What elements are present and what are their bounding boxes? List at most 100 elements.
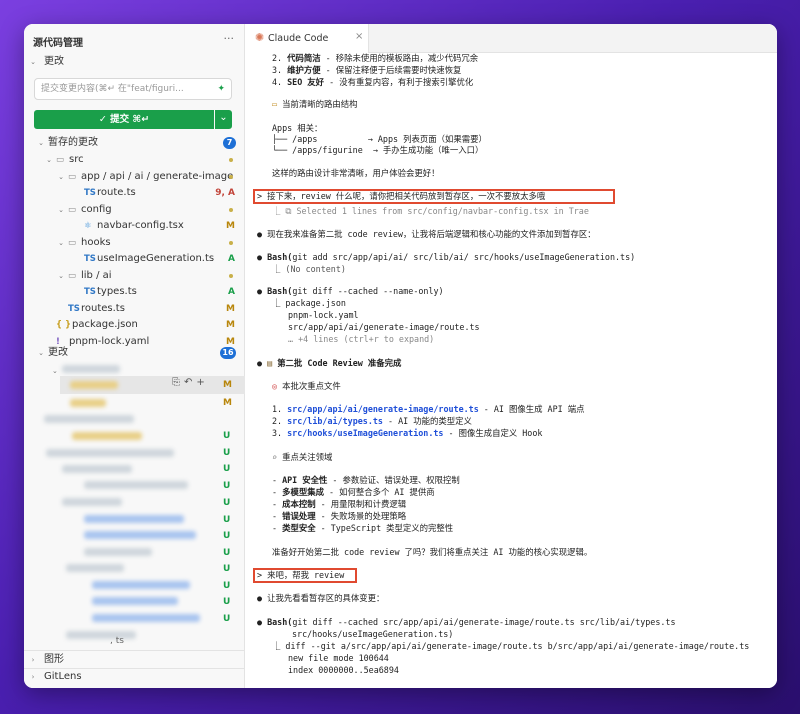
git-status-badge: M <box>223 398 232 408</box>
tree-item-label: types.ts <box>97 286 137 297</box>
tree-item-label: src <box>69 154 84 165</box>
route-summary: 这样的路由设计非常清晰，用户体验会更好！ <box>272 168 440 178</box>
chevron-down-icon: ⌄ <box>58 205 64 214</box>
tree-item-label: hooks <box>81 236 111 248</box>
modified-dot <box>229 273 233 278</box>
modified-dot <box>229 174 233 179</box>
app-window: 源代码管理 ··· ⌄ 更改 提交变更内容(⌘↵ 在"feat/figuri..… <box>24 24 777 688</box>
bash-command-cont: src/hooks/useImageGeneration.ts) <box>292 629 454 639</box>
chevron-down-icon: ⌄ <box>58 238 64 247</box>
git-status-badge: M <box>226 303 235 314</box>
tree-item-label: useImageGeneration.ts <box>97 253 215 264</box>
changes-header[interactable]: ⌄ 更改 16 <box>24 345 244 361</box>
git-status-badge: U <box>223 464 231 474</box>
stage-changes-icon[interactable]: + <box>196 377 208 388</box>
bash-output: pnpm-lock.yaml <box>288 310 359 320</box>
tree-file[interactable]: TS useImageGeneration.ts A <box>24 251 244 267</box>
changes-section-header[interactable]: ⌄ 更改 <box>24 54 244 70</box>
staged-count-badge: 7 <box>223 137 236 149</box>
folder-icon: ▭ <box>272 99 278 109</box>
focus-area: - 成本控制 - 用量限制和计费逻辑 <box>272 499 407 509</box>
git-status-badge: A <box>228 254 235 264</box>
modified-dot <box>229 240 233 245</box>
focus-file: 1. src/app/api/ai/generate-image/route.t… <box>272 404 585 414</box>
git-status-badge: U <box>223 448 231 458</box>
folder-icon: ▭ <box>56 155 65 165</box>
open-file-icon[interactable]: ⎘ <box>172 377 184 388</box>
tree-file[interactable]: ⚛ navbar-config.tsx M <box>24 218 244 234</box>
git-status-badge: 9, A <box>215 188 235 198</box>
git-status-badge: U <box>223 481 231 491</box>
close-icon[interactable]: × <box>355 31 363 42</box>
git-status-badge: U <box>223 597 231 607</box>
commit-button[interactable]: ✓ 提交 ⌘↵ <box>34 110 214 129</box>
bash-output: ⎿ (No content) <box>272 264 346 274</box>
panel-title: 源代码管理 <box>33 38 83 49</box>
ts-file-icon: TS <box>84 287 96 297</box>
selection-note: ⎿ ⧉ Selected 1 lines from src/config/nav… <box>272 206 589 216</box>
git-status-badge: U <box>223 581 231 591</box>
diff-line: new file mode 100644 <box>288 653 389 663</box>
folder-icon: ▭ <box>68 237 77 248</box>
diff-line: ⎿ diff --git a/src/app/api/ai/generate-i… <box>272 641 750 651</box>
route-line: └── /apps/figurine → 手办生成功能（唯一入口） <box>272 145 484 155</box>
tree-item-label: navbar-config.tsx <box>97 220 184 231</box>
focus-area: - 多模型集成 - 如何整合多个 AI 提供商 <box>272 487 435 497</box>
chevron-down-icon: ⌄ <box>46 156 52 164</box>
commit-dropdown-button[interactable]: ⌄ <box>215 110 232 129</box>
tree-folder[interactable]: ⌄ ▭ src <box>24 152 244 168</box>
ts-file-icon: TS <box>68 303 80 314</box>
git-status-badge: U <box>223 431 231 441</box>
chevron-down-icon: ⌄ <box>38 139 44 147</box>
git-status-badge: A <box>228 287 235 297</box>
git-status-badge: U <box>223 515 231 525</box>
tree-folder[interactable]: ⌄ ▭ hooks <box>24 235 244 251</box>
ts-file-icon: TS <box>84 254 96 264</box>
commit-message-input[interactable]: 提交变更内容(⌘↵ 在"feat/figuri... ✦ <box>34 78 232 100</box>
focus-files-heading: ◎ 本批次重点文件 <box>272 381 341 391</box>
more-actions-icon[interactable]: ··· <box>224 32 235 45</box>
target-icon: ◎ <box>272 381 278 391</box>
gitlens-section[interactable]: › GitLens <box>24 669 244 685</box>
expand-hint[interactable]: … +4 lines (ctrl+r to expand) <box>288 334 434 345</box>
tree-folder[interactable]: ⌄ ▭ config <box>24 202 244 218</box>
focus-area: - 错误处理 - 失败场景的处理策略 <box>272 511 407 521</box>
ts-file-icon: TS <box>84 188 96 198</box>
route-line: Apps 相关： <box>272 123 323 133</box>
review-ready-title: ● ▤ 第二批 Code Review 准备完成 <box>257 358 402 368</box>
staged-changes-header[interactable]: ⌄ 暂存的更改 7 <box>24 135 244 151</box>
bash-command: ● Bash(git add src/app/api/ai/ src/lib/a… <box>257 252 636 262</box>
claude-logo-icon: ✺ <box>255 31 265 44</box>
changes-count-badge: 16 <box>220 347 236 359</box>
route-heading: ▭ 当前清晰的路由结构 <box>272 99 358 109</box>
git-status-badge: U <box>223 548 231 558</box>
user-prompt-1: > 接下来，review 什么呢，请你把相关代码放到暂存区，一次不要放太多哦 <box>257 191 546 201</box>
row-actions: ⎘↶+ <box>172 377 209 388</box>
search-icon: ⌕ <box>272 452 278 462</box>
focus-area: - 类型安全 - TypeScript 类型定义的完整性 <box>272 523 454 533</box>
source-control-panel: 源代码管理 ··· ⌄ 更改 提交变更内容(⌘↵ 在"feat/figuri..… <box>24 24 246 688</box>
chevron-down-icon: ⌄ <box>38 349 44 357</box>
tree-file[interactable]: TS types.ts A <box>24 284 244 300</box>
tree-item-label: package.json <box>72 319 138 330</box>
tree-file[interactable]: { } package.json M <box>24 317 244 333</box>
focus-areas-heading: ⌕ 重点关注领域 <box>272 452 333 462</box>
route-line: ├── /apps → Apps 列表页面（如果需要） <box>272 134 487 144</box>
git-status-badge: U <box>223 614 231 624</box>
discard-changes-icon[interactable]: ↶ <box>184 377 196 388</box>
tree-folder[interactable]: ⌄ ▭ app / api / ai / generate-image <box>24 169 244 185</box>
sparkle-icon[interactable]: ✦ <box>217 79 225 99</box>
git-status-badge: U <box>223 564 231 574</box>
graph-section[interactable]: › 图形 <box>24 652 244 668</box>
tree-file[interactable]: TS routes.ts M <box>24 301 244 317</box>
git-status-badge: M <box>226 221 235 231</box>
chevron-down-icon: ⌄ <box>30 58 36 66</box>
assistant-message: ● 让我先看看暂存区的具体变更： <box>257 593 385 603</box>
tree-folder[interactable]: ⌄ ▭ lib / ai <box>24 268 244 284</box>
modified-dot <box>229 207 233 212</box>
tab-claude-code[interactable]: ✺ Claude Code × <box>245 24 369 53</box>
tree-file[interactable]: TS route.ts 9, A <box>24 185 244 201</box>
chevron-down-icon: ⌄ <box>58 271 64 280</box>
terminal-output: 2. 代码简洁 - 移除未使用的模板路由，减少代码冗余 3. 维护方便 - 保留… <box>245 53 777 688</box>
focus-file: 3. src/hooks/useImageGeneration.ts - 图像生… <box>272 428 543 438</box>
